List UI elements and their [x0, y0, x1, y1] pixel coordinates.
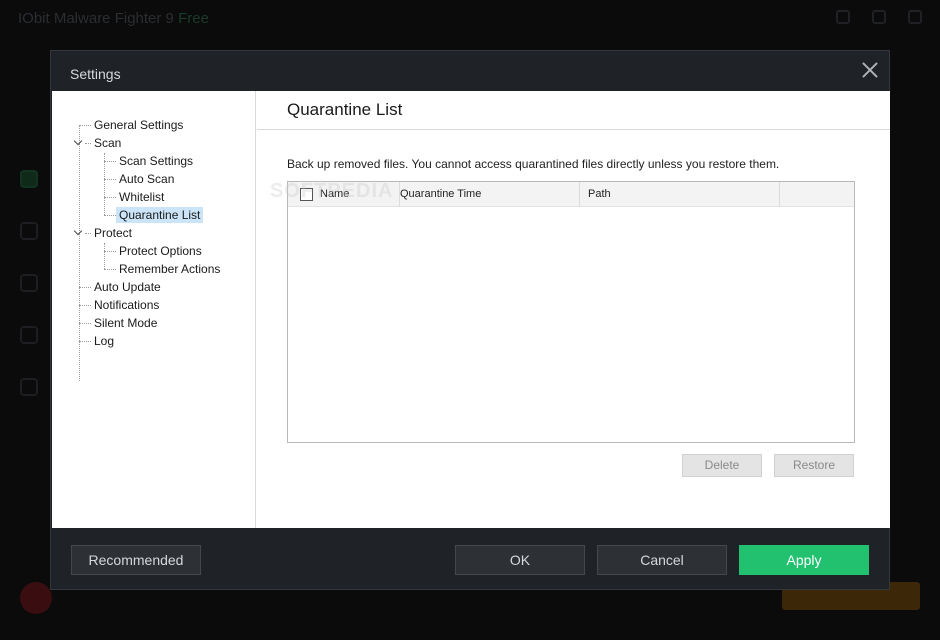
- column-header-quarantine-time[interactable]: Quarantine Time: [400, 182, 580, 207]
- table-header: Name Quarantine Time Path: [288, 182, 854, 207]
- page-title: Quarantine List: [287, 100, 403, 119]
- background-window-controls: [836, 10, 922, 24]
- tree-item-silent-mode[interactable]: Silent Mode: [91, 315, 160, 331]
- delete-button[interactable]: Delete: [682, 454, 762, 477]
- table-body: [288, 208, 854, 442]
- column-header-name[interactable]: Name: [320, 182, 400, 207]
- dialog-content: General Settings Scan Scan Settings Auto…: [52, 91, 890, 528]
- tree-connector: [104, 179, 116, 180]
- apply-button[interactable]: Apply: [739, 545, 869, 575]
- tree-connector: [104, 197, 116, 198]
- recommended-button[interactable]: Recommended: [71, 545, 201, 575]
- tree-connector: [79, 287, 91, 288]
- tree-connector: [104, 153, 105, 215]
- settings-dialog: Settings General Settings Scan Scan Sett…: [50, 50, 890, 590]
- tree-item-log[interactable]: Log: [91, 333, 117, 349]
- tree-item-quarantine-list[interactable]: Quarantine List: [116, 207, 204, 223]
- tree-connector: [104, 251, 116, 252]
- tree-item-auto-scan[interactable]: Auto Scan: [116, 171, 177, 187]
- background-minimize-icon: [872, 10, 886, 24]
- quarantine-pane: Quarantine List Back up removed files. Y…: [257, 91, 890, 528]
- ok-button[interactable]: OK: [455, 545, 585, 575]
- tree-item-general-settings[interactable]: General Settings: [91, 117, 186, 133]
- settings-tree: General Settings Scan Scan Settings Auto…: [52, 91, 256, 528]
- background-alert-icon: [20, 582, 52, 614]
- background-close-icon: [908, 10, 922, 24]
- tree-connector: [79, 125, 91, 126]
- restore-button[interactable]: Restore: [774, 454, 854, 477]
- background-app-name: IObit Malware Fighter 9: [18, 10, 174, 27]
- tree-item-auto-update[interactable]: Auto Update: [91, 279, 164, 295]
- scan-expand-toggle[interactable]: [74, 138, 84, 148]
- background-menu-icon: [836, 10, 850, 24]
- quarantine-table[interactable]: Name Quarantine Time Path: [287, 181, 855, 443]
- background-scan-icon: [20, 222, 38, 240]
- tree-item-whitelist[interactable]: Whitelist: [116, 189, 167, 205]
- select-all-checkbox[interactable]: [300, 188, 313, 201]
- tree-item-protect-options[interactable]: Protect Options: [116, 243, 205, 259]
- tree-connector: [79, 305, 91, 306]
- background-home-icon: [20, 170, 38, 188]
- background-protect-icon: [20, 274, 38, 292]
- column-header-path[interactable]: Path: [580, 182, 780, 207]
- background-app-badge: Free: [178, 10, 209, 27]
- tree-item-protect[interactable]: Protect: [91, 225, 135, 241]
- tree-connector: [79, 341, 91, 342]
- background-action-center-icon: [20, 378, 38, 396]
- background-sidebar: [20, 170, 42, 396]
- tree-item-remember-actions[interactable]: Remember Actions: [116, 261, 223, 277]
- title-divider: [257, 129, 890, 130]
- column-header-blank: [780, 182, 854, 207]
- tree-connector: [79, 125, 80, 381]
- tree-item-notifications[interactable]: Notifications: [91, 297, 162, 313]
- tree-connector: [79, 323, 91, 324]
- cancel-button[interactable]: Cancel: [597, 545, 727, 575]
- protect-expand-toggle[interactable]: [74, 228, 84, 238]
- tree-connector: [104, 269, 116, 270]
- dialog-title: Settings: [70, 66, 121, 82]
- background-app-title: IObit Malware Fighter 9 Free: [18, 10, 209, 27]
- tree-item-scan[interactable]: Scan: [91, 135, 124, 151]
- close-icon[interactable]: [861, 61, 879, 79]
- tree-connector: [104, 243, 105, 269]
- column-header-quarantine-time-label: Quarantine Time: [400, 188, 482, 200]
- tree-item-scan-settings[interactable]: Scan Settings: [116, 153, 196, 169]
- background-tools-icon: [20, 326, 38, 344]
- page-description: Back up removed files. You cannot access…: [287, 157, 780, 171]
- tree-connector: [104, 215, 116, 216]
- tree-connector: [104, 161, 116, 162]
